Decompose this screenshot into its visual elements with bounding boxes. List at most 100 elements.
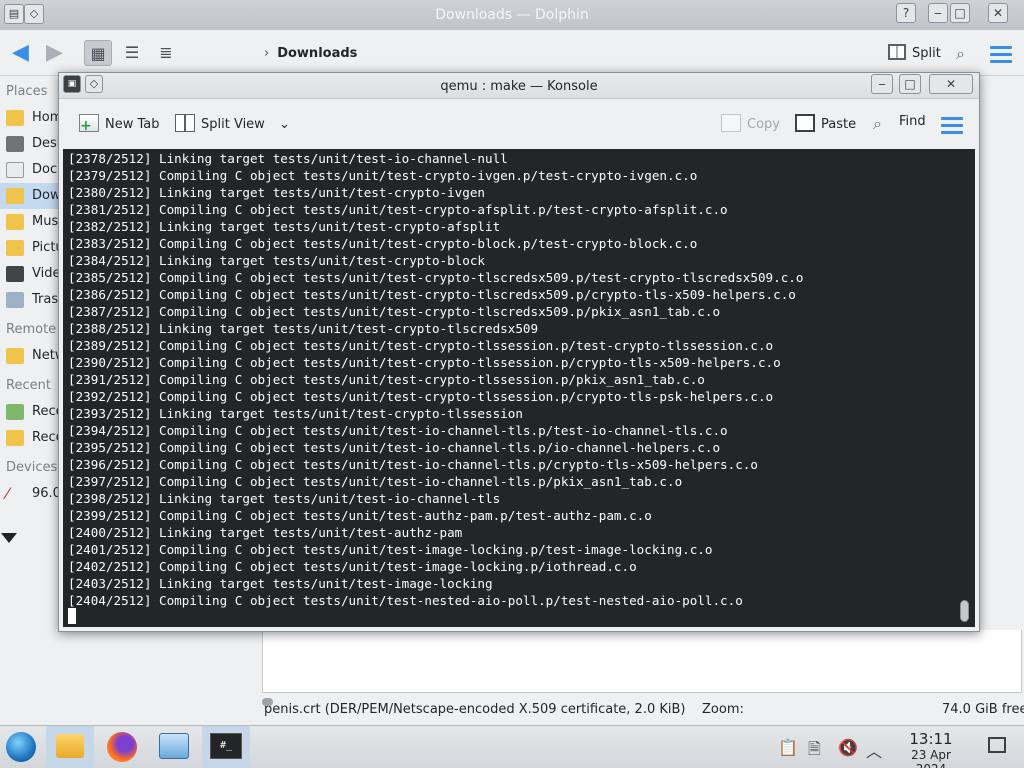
places-item-hard-drive[interactable]: ⁄96.0 GiB Hard Drive [0,481,66,507]
details-view-icon[interactable]: ≣ [152,40,180,66]
breadcrumb-current[interactable]: Downloads [277,46,357,61]
terminal-line: [2394/2512] Compiling C object tests/uni… [68,423,728,438]
compact-view-icon[interactable]: ☰ [118,40,146,66]
split-view-button[interactable]: Split View ⌄ [175,114,290,132]
konsole-window-title: qemu : make — Konsole [440,79,598,94]
places-item-documents[interactable]: Documents [0,157,66,183]
places-item-videos[interactable]: Videos [0,261,66,287]
tray-expand-chevron-icon[interactable]: ︿ [866,738,882,762]
hamburger-menu-icon[interactable] [990,46,1012,67]
konsole-window: ▣ ◇ qemu : make — Konsole ‒ □ ✕ + New Tab… [58,72,980,632]
settings-monitor-icon [159,733,189,759]
find-button[interactable]: ⌕ Find [873,114,926,133]
recent-locations-icon [6,430,24,446]
clock-date: 23 Apr 2024 [911,748,951,768]
terminal-line: [2387/2512] Compiling C object tests/uni… [68,304,721,319]
dolphin-titlebar[interactable]: ▤ ◇ Downloads — Dolphin ? ‒ □ ✕ [0,0,1024,30]
documents-icon [6,162,24,178]
clock[interactable]: 13:11 23 Apr 2024 [894,730,968,768]
konsole-maximize-button[interactable]: □ [899,74,921,94]
chevron-down-icon[interactable]: ⌄ [279,117,290,132]
terminal-line: [2384/2512] Linking target tests/unit/te… [68,253,486,268]
search-icon[interactable]: ⌕ [956,44,965,64]
status-widgets: 74.0 GiB free [262,698,1024,717]
places-item-trash[interactable]: Trash [0,287,66,313]
folder-icon [56,734,84,758]
terminal-line: [2403/2512] Linking target tests/unit/te… [68,576,493,591]
terminal-line: [2385/2512] Compiling C object tests/uni… [68,270,804,285]
copy-label: Copy [747,117,780,132]
terminal-line: [2382/2512] Linking target tests/unit/te… [68,219,501,234]
terminal-view[interactable]: [2378/2512] Linking target tests/unit/te… [63,149,975,627]
copy-icon [721,114,741,132]
free-space-label: 74.0 GiB free [942,702,1024,717]
remote-header: Remote [6,322,57,337]
new-tab-button[interactable]: + New Tab [79,114,160,133]
paste-button[interactable]: Paste [795,114,856,132]
task-firefox[interactable] [98,726,146,768]
show-desktop-icon[interactable] [988,737,1006,753]
terminal-line: [2399/2512] Compiling C object tests/uni… [68,508,652,523]
close-button[interactable]: ✕ [988,3,1008,23]
terminal-line: [2404/2512] Compiling C object tests/uni… [68,593,743,608]
places-item-recent-locations[interactable]: Recent Locations [0,425,66,451]
clock-time: 13:11 [909,730,953,748]
selection-info: penis.crt (DER/PEM/Netscape-encoded X.50… [264,702,686,717]
home-folder-icon [6,110,24,126]
places-item-downloads[interactable]: Downloads [0,183,66,209]
places-item-pictures[interactable]: Pictures [0,235,66,261]
dolphin-toolbar: ◀ ▶ ▦ ☰ ≣ › Downloads Split ⌕ [0,30,1024,76]
konsole-close-button[interactable]: ✕ [929,74,973,94]
find-icon: ⌕ [873,114,882,133]
pictures-folder-icon [6,240,24,256]
clipboard-icon[interactable]: 📋 [778,738,798,757]
help-button[interactable]: ? [896,3,916,23]
terminal-icon: #_ [210,733,242,759]
new-tab-icon: + [79,114,99,133]
start-menu-icon [6,732,36,762]
task-konsole[interactable]: #_ [202,726,250,768]
application-launcher[interactable] [0,726,44,768]
split-view-icon [175,114,195,132]
zoom-label: Zoom: [702,702,744,717]
split-button[interactable]: Split [888,44,941,61]
free-space-bar [262,698,273,706]
minimize-button[interactable]: ‒ [928,3,948,23]
desktop-icon [6,136,24,152]
breadcrumb[interactable]: › Downloads [264,46,357,61]
terminal-scrollbar-handle[interactable] [960,600,969,622]
terminal-line: [2388/2512] Linking target tests/unit/te… [68,321,539,336]
task-dolphin[interactable] [46,726,94,768]
icons-view-icon[interactable]: ▦ [84,40,112,66]
paste-icon [795,114,815,132]
maximize-button[interactable]: □ [950,3,970,23]
terminal-line: [2400/2512] Linking target tests/unit/te… [68,525,463,540]
find-label: Find [899,114,926,129]
devices-header: Devices [6,460,58,475]
videos-folder-icon [6,266,24,282]
places-item-desktop[interactable]: Desktop [0,131,66,157]
task-system-settings[interactable] [150,726,198,768]
file-view-area[interactable] [262,630,1022,693]
konsole-titlebar[interactable]: ▣ ◇ qemu : make — Konsole ‒ □ ✕ [59,73,979,99]
places-item-home[interactable]: Home [0,105,66,131]
forward-arrow-icon[interactable]: ▶ [46,40,63,66]
notifications-icon[interactable]: 🗎 [808,738,821,765]
terminal-line: [2393/2512] Linking target tests/unit/te… [68,406,523,421]
terminal-line: [2396/2512] Compiling C object tests/uni… [68,457,758,472]
music-folder-icon [6,214,24,230]
back-arrow-icon[interactable]: ◀ [12,40,29,66]
places-item-music[interactable]: Music [0,209,66,235]
konsole-hamburger-menu-icon[interactable] [941,117,963,138]
places-item-recent-files[interactable]: Recent Files [0,399,66,425]
downloads-folder-icon [6,188,24,204]
places-item-network[interactable]: Network [0,343,66,369]
used-space-fill [262,698,273,706]
terminal-line: [2386/2512] Compiling C object tests/uni… [68,287,796,302]
mouse-cursor [1,533,17,543]
copy-button[interactable]: Copy [721,114,780,132]
terminal-line: [2381/2512] Compiling C object tests/uni… [68,202,728,217]
konsole-minimize-button[interactable]: ‒ [871,74,893,94]
volume-muted-icon[interactable]: 🔇 [838,738,858,757]
recent-files-icon [6,404,24,420]
